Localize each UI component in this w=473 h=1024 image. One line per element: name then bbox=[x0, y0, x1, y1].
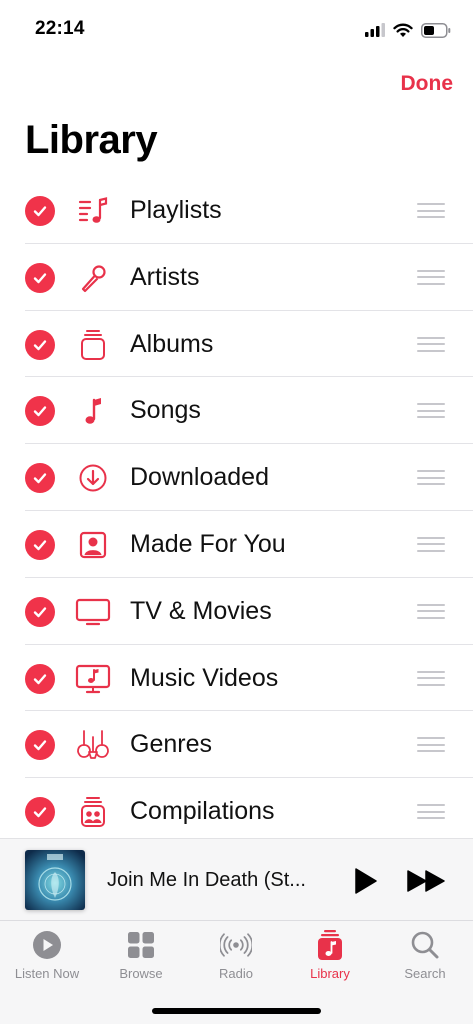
fast-forward-button[interactable] bbox=[405, 866, 449, 896]
library-item-albums[interactable]: Albums bbox=[0, 311, 473, 378]
playlists-icon bbox=[75, 193, 111, 229]
library-item-label: TV & Movies bbox=[130, 596, 272, 625]
checkmark-icon[interactable] bbox=[25, 730, 55, 761]
page-title: Library bbox=[25, 118, 158, 162]
magnifier-icon bbox=[409, 929, 441, 961]
done-button[interactable]: Done bbox=[401, 72, 454, 96]
library-item-label: Downloaded bbox=[130, 463, 269, 492]
library-item-tv-movies[interactable]: TV & Movies bbox=[0, 578, 473, 645]
library-category-list: Playlists Artists Albums Songs Downloade… bbox=[0, 177, 473, 845]
status-icons bbox=[365, 20, 451, 40]
tab-label: Listen Now bbox=[14, 966, 80, 981]
library-icon bbox=[314, 929, 346, 961]
checkmark-icon[interactable] bbox=[25, 196, 55, 226]
tab-library[interactable]: Library bbox=[283, 929, 377, 989]
checkmark-icon[interactable] bbox=[25, 529, 55, 560]
play-button[interactable] bbox=[350, 866, 380, 896]
grid-icon bbox=[125, 929, 157, 961]
reorder-handle-icon[interactable] bbox=[417, 804, 445, 820]
tab-radio[interactable]: Radio bbox=[189, 929, 283, 989]
reorder-handle-icon[interactable] bbox=[417, 470, 445, 486]
checkmark-icon[interactable] bbox=[25, 396, 55, 427]
library-item-genres[interactable]: Genres bbox=[0, 711, 473, 779]
music-video-icon bbox=[75, 661, 111, 697]
library-item-music-videos[interactable]: Music Videos bbox=[0, 645, 473, 712]
tab-search[interactable]: Search bbox=[378, 929, 472, 989]
checkmark-icon[interactable] bbox=[25, 262, 55, 293]
reorder-handle-icon[interactable] bbox=[417, 336, 445, 352]
checkmark-icon[interactable] bbox=[25, 797, 55, 828]
home-indicator[interactable] bbox=[152, 1008, 321, 1014]
battery-icon bbox=[421, 22, 451, 38]
checkmark-icon[interactable] bbox=[25, 663, 55, 694]
play-circle-icon bbox=[31, 929, 63, 961]
wifi-icon bbox=[393, 23, 413, 37]
tab-label: Browse bbox=[119, 966, 163, 981]
status-time: 22:14 bbox=[35, 18, 85, 39]
mini-player[interactable]: Join Me In Death (St... bbox=[0, 838, 473, 920]
library-item-downloaded[interactable]: Downloaded bbox=[0, 444, 473, 511]
checkmark-icon[interactable] bbox=[25, 596, 55, 627]
library-item-label: Songs bbox=[130, 396, 201, 425]
compilation-icon bbox=[75, 794, 111, 830]
album-artwork[interactable] bbox=[25, 850, 85, 910]
library-item-label: Playlists bbox=[130, 196, 222, 224]
person-square-icon bbox=[75, 527, 111, 563]
checkmark-icon[interactable] bbox=[25, 329, 55, 360]
tv-icon bbox=[75, 594, 111, 630]
download-circle-icon bbox=[75, 460, 111, 496]
library-item-songs[interactable]: Songs bbox=[0, 377, 473, 445]
reorder-handle-icon[interactable] bbox=[417, 737, 445, 753]
tab-label: Search bbox=[404, 966, 446, 981]
library-item-playlists[interactable]: Playlists bbox=[0, 177, 473, 244]
library-item-label: Albums bbox=[130, 329, 214, 358]
fast-forward-icon bbox=[407, 870, 445, 892]
reorder-handle-icon[interactable] bbox=[417, 536, 445, 552]
reorder-handle-icon[interactable] bbox=[417, 603, 445, 619]
reorder-handle-icon[interactable] bbox=[417, 203, 445, 218]
library-item-label: Artists bbox=[130, 262, 200, 291]
music-note-icon bbox=[75, 393, 111, 429]
microphone-icon bbox=[75, 260, 111, 296]
album-stack-icon bbox=[75, 327, 111, 363]
radio-waves-icon bbox=[220, 929, 252, 961]
play-icon bbox=[355, 868, 377, 894]
tab-label: Radio bbox=[219, 966, 253, 981]
library-item-label: Music Videos bbox=[130, 663, 279, 692]
guitars-icon bbox=[75, 727, 111, 763]
now-playing-title[interactable]: Join Me In Death (St... bbox=[107, 869, 306, 892]
checkmark-icon[interactable] bbox=[25, 463, 55, 494]
library-item-made-for-you[interactable]: Made For You bbox=[0, 511, 473, 578]
tab-label: Library bbox=[310, 966, 350, 981]
library-item-compilations[interactable]: Compilations bbox=[0, 778, 473, 845]
library-item-artists[interactable]: Artists bbox=[0, 244, 473, 311]
library-item-label: Genres bbox=[130, 730, 212, 759]
reorder-handle-icon[interactable] bbox=[417, 403, 445, 419]
cellular-signal-icon bbox=[365, 23, 385, 37]
reorder-handle-icon[interactable] bbox=[417, 269, 445, 285]
tab-listen-now[interactable]: Listen Now bbox=[0, 929, 94, 989]
library-item-label: Made For You bbox=[130, 529, 286, 558]
tab-browse[interactable]: Browse bbox=[94, 929, 188, 989]
library-item-label: Compilations bbox=[130, 797, 275, 826]
status-bar: 22:14 bbox=[0, 0, 473, 56]
reorder-handle-icon[interactable] bbox=[417, 670, 445, 686]
